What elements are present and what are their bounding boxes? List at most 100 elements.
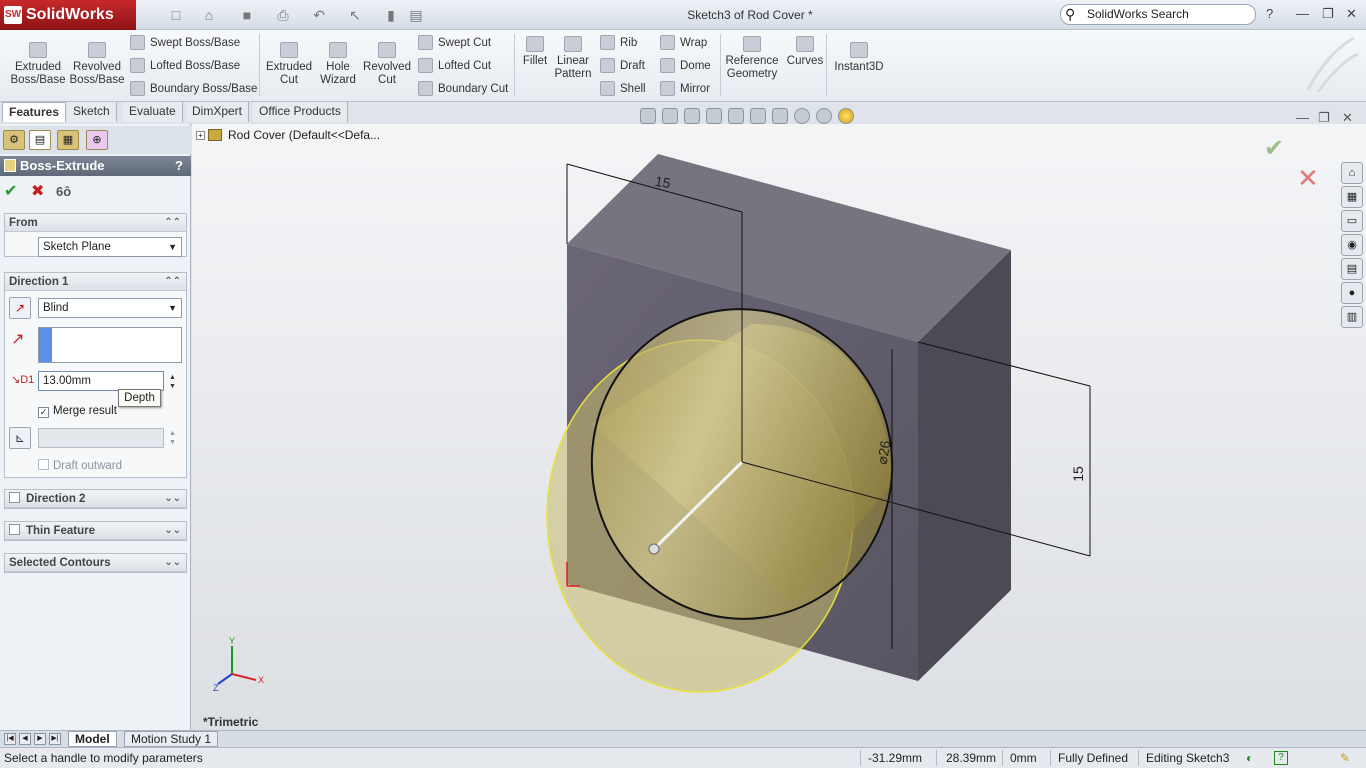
direction2-group[interactable]: Direction 2 ⌄⌄ (4, 489, 187, 509)
last-tab-icon[interactable]: ▶| (49, 733, 61, 745)
direction-selection-box[interactable] (38, 327, 182, 363)
tab-sketch[interactable]: Sketch (67, 102, 117, 122)
save-icon[interactable]: ■ (236, 6, 258, 24)
fillet-button[interactable]: Fillet (518, 36, 552, 68)
previous-view-icon[interactable] (684, 108, 700, 124)
reference-geometry-button[interactable]: Reference Geometry (724, 36, 780, 81)
tab-office-products[interactable]: Office Products (253, 102, 348, 122)
apply-scene-icon[interactable] (816, 108, 832, 124)
tab-dimxpert[interactable]: DimXpert (186, 102, 250, 122)
depth-input[interactable]: 13.00mm (38, 371, 164, 391)
search-input[interactable]: ⚲ SolidWorks Search (1060, 4, 1256, 25)
direction1-header[interactable]: Direction 1 ⌃⌃ (5, 273, 186, 291)
tab-motion-study[interactable]: Motion Study 1 (124, 731, 219, 747)
design-library-icon[interactable]: ▦ (1341, 186, 1363, 208)
direction2-header[interactable]: Direction 2 ⌄⌄ (5, 490, 186, 508)
property-manager-icon[interactable]: ▤ (29, 130, 51, 150)
hole-wizard-button[interactable]: Hole Wizard (316, 42, 360, 87)
viewport-restore-icon[interactable]: ❐ (1318, 110, 1330, 126)
instant3d-button[interactable]: Instant3D (830, 42, 888, 74)
help-icon[interactable]: ? (175, 156, 183, 176)
zoom-to-fit-icon[interactable] (640, 108, 656, 124)
feature-manager-icon[interactable]: ⚙ (3, 130, 25, 150)
edit-appearance-icon[interactable] (794, 108, 810, 124)
lofted-cut-button[interactable]: Lofted Cut (418, 57, 491, 75)
expand-chevron-icon[interactable]: ⌄⌄ (164, 522, 181, 540)
expand-chevron-icon[interactable]: ⌄⌄ (164, 554, 181, 572)
view-orientation-icon[interactable] (728, 108, 744, 124)
collapse-chevron-icon[interactable]: ⌃⌃ (164, 273, 181, 291)
view-palette-icon[interactable]: ▤ (1341, 258, 1363, 280)
shell-button[interactable]: Shell (600, 80, 646, 98)
viewport-close-icon[interactable]: ✕ (1342, 110, 1353, 126)
tab-features[interactable]: Features (2, 102, 67, 122)
rebuild-icon[interactable]: ▮ (380, 6, 402, 24)
rebuild-status-icon[interactable]: ◐ (1246, 748, 1253, 768)
view-settings-icon[interactable] (838, 108, 854, 124)
hide-show-items-icon[interactable] (772, 108, 788, 124)
custom-properties-icon[interactable]: ▥ (1341, 306, 1363, 328)
boundary-cut-button[interactable]: Boundary Cut (418, 80, 508, 98)
restore-icon[interactable]: ❐ (1322, 6, 1334, 22)
help-icon[interactable]: ? (1274, 751, 1288, 765)
swept-boss-button[interactable]: Swept Boss/Base (130, 34, 240, 52)
expand-icon[interactable]: + (196, 131, 205, 140)
rib-button[interactable]: Rib (600, 34, 637, 52)
open-folder-icon[interactable]: ⌂ (198, 6, 220, 24)
linear-pattern-button[interactable]: Linear Pattern (552, 36, 594, 81)
from-start-condition-select[interactable]: Sketch Plane ▼ (38, 237, 182, 257)
extruded-cut-button[interactable]: Extruded Cut (262, 42, 316, 87)
curves-button[interactable]: Curves (784, 36, 826, 68)
boundary-boss-button[interactable]: Boundary Boss/Base (130, 80, 257, 98)
print-icon[interactable]: ⎙ (272, 6, 294, 24)
zoom-to-area-icon[interactable] (662, 108, 678, 124)
draft-button[interactable]: Draft (600, 57, 645, 75)
thin-feature-group[interactable]: Thin Feature ⌄⌄ (4, 521, 187, 541)
revolved-cut-button[interactable]: Revolved Cut (360, 42, 414, 87)
model-canvas[interactable] (192, 124, 1366, 730)
dimension-right[interactable]: 15 (1070, 466, 1086, 482)
section-view-icon[interactable] (706, 108, 722, 124)
quick-tips-icon[interactable]: ✎ (1340, 748, 1350, 768)
options-icon[interactable]: ▤ (405, 6, 427, 24)
help-button[interactable]: ? (1266, 6, 1273, 21)
prev-tab-icon[interactable]: ◀ (19, 733, 31, 745)
next-tab-icon[interactable]: ▶ (34, 733, 46, 745)
first-tab-icon[interactable]: |◀ (4, 733, 16, 745)
thin-feature-header[interactable]: Thin Feature ⌄⌄ (5, 522, 186, 540)
confirmation-cancel-icon[interactable]: ✕ (1297, 163, 1319, 194)
end-condition-select[interactable]: Blind ▼ (38, 298, 182, 318)
graphics-area[interactable]: 15 ⌀26 15 Y Z X (192, 124, 1366, 730)
ok-icon[interactable]: ✔ (4, 181, 17, 201)
undo-icon[interactable]: ↶ (308, 6, 330, 24)
file-explorer-icon[interactable]: ▭ (1341, 210, 1363, 232)
configuration-manager-icon[interactable]: ▦ (57, 130, 79, 150)
expand-chevron-icon[interactable]: ⌄⌄ (164, 490, 181, 508)
appearances-icon[interactable]: ● (1341, 282, 1363, 304)
tab-model[interactable]: Model (68, 731, 117, 747)
revolved-boss-button[interactable]: Revolved Boss/Base (68, 42, 126, 87)
cancel-icon[interactable]: ✖ (31, 181, 44, 201)
dimension-top[interactable]: 15 (654, 173, 672, 191)
new-document-icon[interactable]: □ (165, 6, 187, 24)
from-header[interactable]: From ⌃⌃ (5, 214, 186, 232)
preview-icon[interactable]: 6ô (56, 184, 71, 199)
dome-button[interactable]: Dome (660, 57, 711, 75)
flyout-tree-root[interactable]: + Rod Cover (Default<<Defa... (196, 128, 380, 142)
reverse-direction-button[interactable]: ↗ (9, 297, 31, 319)
selected-contours-group[interactable]: Selected Contours ⌄⌄ (4, 553, 187, 573)
home-icon[interactable]: ⌂ (1341, 162, 1363, 184)
depth-spinner[interactable]: ▲ ▼ (169, 373, 179, 391)
extruded-boss-button[interactable]: Extruded Boss/Base (8, 42, 68, 87)
tab-evaluate[interactable]: Evaluate (123, 102, 183, 122)
handle-point-icon[interactable] (648, 543, 660, 555)
display-style-icon[interactable] (750, 108, 766, 124)
confirmation-ok-icon[interactable]: ✔ (1264, 134, 1284, 163)
viewport-minimize-icon[interactable]: — (1296, 110, 1309, 125)
collapse-chevron-icon[interactable]: ⌃⌃ (164, 214, 181, 232)
selected-contours-header[interactable]: Selected Contours ⌄⌄ (5, 554, 186, 572)
thin-feature-checkbox[interactable] (9, 524, 20, 535)
draft-toggle-button[interactable]: ⊾ (9, 427, 31, 449)
minimize-icon[interactable]: — (1296, 6, 1309, 21)
mirror-button[interactable]: Mirror (660, 80, 710, 98)
